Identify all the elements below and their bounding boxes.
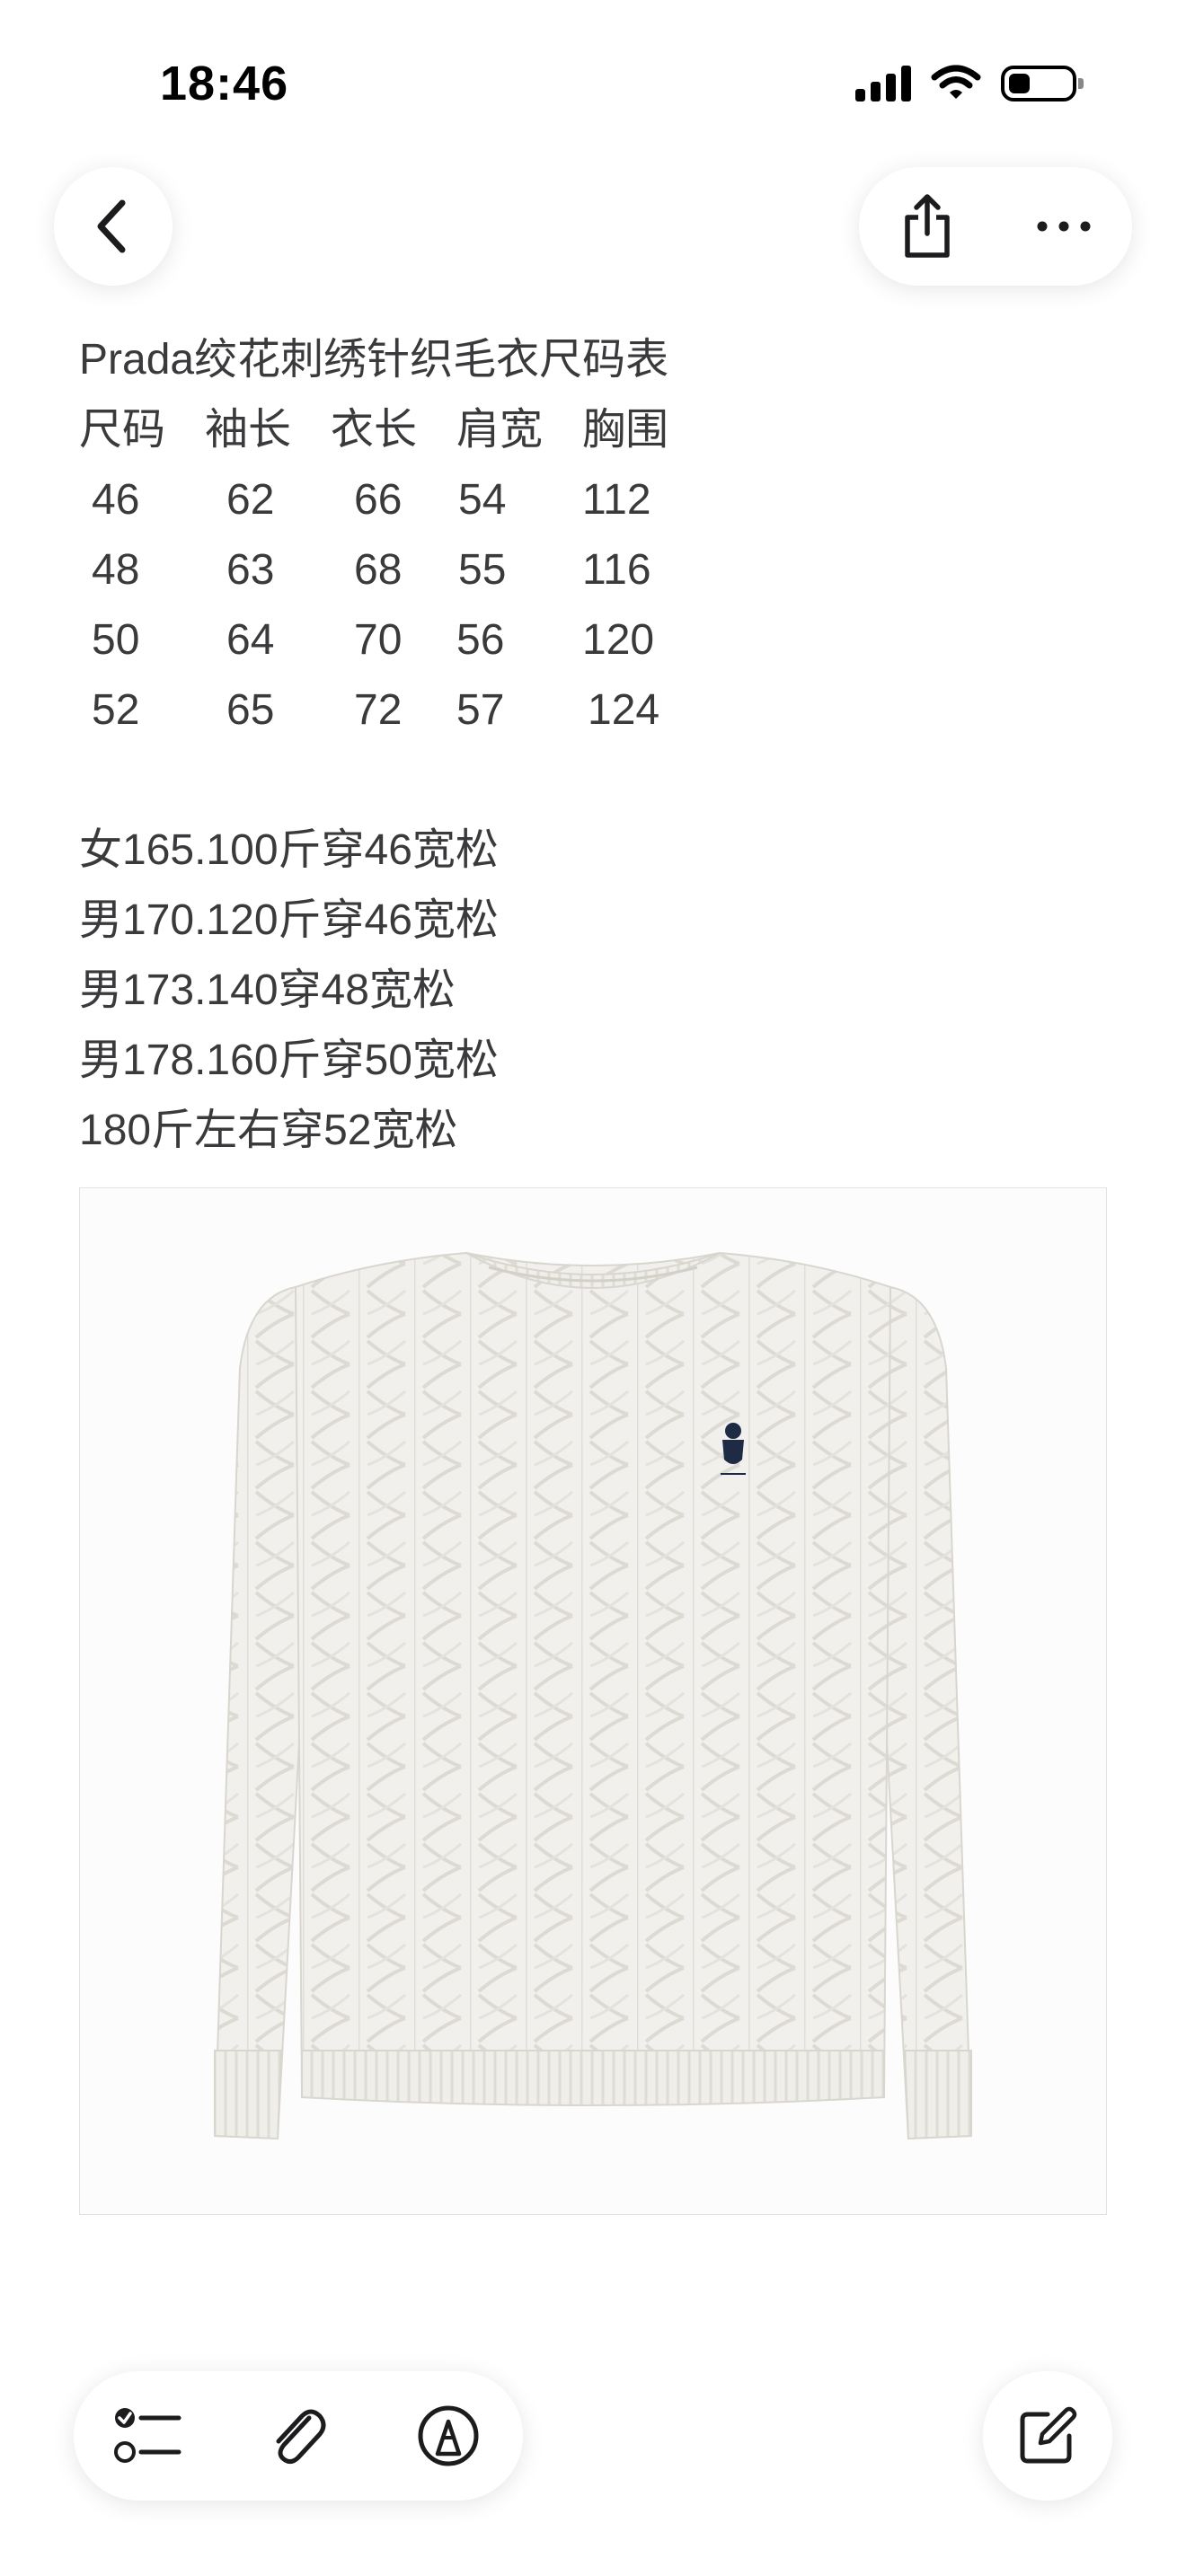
table-cell: 112 bbox=[582, 476, 651, 524]
fit-line: 180斤左右穿52宽松 bbox=[79, 1107, 458, 1154]
table-cell: 66 bbox=[354, 476, 403, 524]
markup-button[interactable] bbox=[394, 2382, 502, 2490]
chevron-left-icon bbox=[97, 199, 126, 253]
compose-icon bbox=[1020, 2406, 1077, 2464]
table-cell: 54 bbox=[458, 476, 507, 524]
table-cell: 48 bbox=[92, 546, 140, 594]
header-size: 尺码 bbox=[79, 406, 166, 454]
size-table: 尺码 袖长 衣长 肩宽 胸围 46 62 66 54 112 48 63 68 … bbox=[79, 395, 708, 745]
fit-line: 男178.160斤穿50宽松 bbox=[79, 1037, 499, 1084]
header-chest: 胸围 bbox=[582, 406, 669, 454]
header-shoulder: 肩宽 bbox=[456, 406, 544, 454]
table-cell: 124 bbox=[588, 686, 660, 734]
fit-line: 女165.100斤穿46宽松 bbox=[79, 826, 499, 874]
header-sleeve: 袖长 bbox=[205, 406, 292, 454]
checklist-button[interactable] bbox=[94, 2382, 202, 2490]
compose-button[interactable] bbox=[983, 2371, 1112, 2501]
share-button[interactable] bbox=[873, 172, 981, 280]
table-cell: 64 bbox=[226, 616, 275, 664]
checklist-icon bbox=[114, 2408, 181, 2463]
top-actions bbox=[859, 167, 1132, 286]
share-icon bbox=[905, 194, 950, 258]
table-row: 50 64 70 56 120 bbox=[79, 605, 708, 675]
table-row: 46 62 66 54 112 bbox=[79, 465, 708, 535]
status-time: 18:46 bbox=[160, 57, 289, 110]
table-cell: 116 bbox=[582, 546, 651, 594]
table-row: 48 63 68 55 116 bbox=[79, 535, 708, 605]
table-cell: 63 bbox=[226, 546, 275, 594]
more-button[interactable] bbox=[1010, 172, 1118, 280]
attach-button[interactable] bbox=[244, 2382, 352, 2490]
table-cell: 55 bbox=[458, 546, 507, 594]
table-cell: 65 bbox=[226, 686, 275, 734]
table-cell: 52 bbox=[92, 686, 140, 734]
size-table-header: 尺码 袖长 衣长 肩宽 胸围 bbox=[79, 395, 708, 465]
note-body[interactable]: Prada绞花刺绣针织毛衣尺码表 尺码 袖长 衣长 肩宽 胸围 46 62 66… bbox=[79, 325, 1121, 1166]
sweater-image bbox=[213, 1251, 973, 2140]
bottom-toolbar bbox=[74, 2371, 523, 2501]
table-cell: 46 bbox=[92, 476, 140, 524]
more-icon bbox=[1037, 221, 1091, 232]
product-image[interactable] bbox=[79, 1187, 1107, 2215]
table-cell: 57 bbox=[456, 686, 505, 734]
status-icons bbox=[855, 65, 1084, 102]
table-cell: 120 bbox=[582, 616, 655, 664]
cellular-signal-icon bbox=[855, 66, 911, 101]
table-cell: 62 bbox=[226, 476, 275, 524]
battery-icon bbox=[1001, 66, 1084, 101]
fit-line: 男173.140穿48宽松 bbox=[79, 966, 456, 1014]
table-cell: 70 bbox=[354, 616, 403, 664]
table-cell: 50 bbox=[92, 616, 140, 664]
back-button[interactable] bbox=[54, 167, 173, 286]
wifi-icon bbox=[931, 65, 981, 99]
paperclip-icon bbox=[276, 2409, 326, 2465]
table-row: 52 65 72 57 124 bbox=[79, 675, 708, 745]
table-cell: 56 bbox=[456, 616, 505, 664]
header-length: 衣长 bbox=[331, 406, 418, 454]
table-cell: 72 bbox=[354, 686, 403, 734]
status-bar: 18:46 bbox=[0, 0, 1186, 171]
markup-pen-icon bbox=[418, 2405, 479, 2466]
note-title: Prada绞花刺绣针织毛衣尺码表 bbox=[79, 336, 669, 384]
table-cell: 68 bbox=[354, 546, 403, 594]
fit-line: 男170.120斤穿46宽松 bbox=[79, 896, 499, 944]
